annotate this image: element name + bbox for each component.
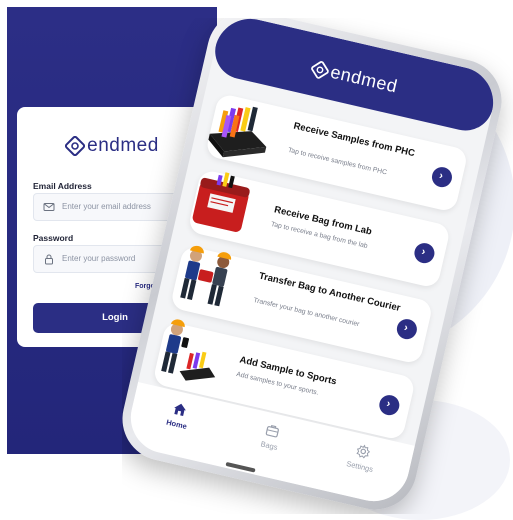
app-brand-name: endmed (328, 61, 400, 97)
chevron-right-icon: › (402, 321, 410, 335)
gear-icon (356, 444, 371, 459)
tab-settings[interactable]: Settings (325, 437, 399, 479)
tab-label: Home (165, 417, 188, 431)
phone-shell: endmed Receive Samples from PHC Tap to r… (122, 18, 510, 514)
tab-bags[interactable]: Bags (234, 416, 308, 458)
email-label: Email Address (33, 181, 92, 191)
app-screen: endmed Receive Samples from PHC Tap to r… (123, 18, 501, 509)
bag-icon (265, 424, 279, 438)
phone-mockup: endmed Receive Samples from PHC Tap to r… (122, 18, 513, 514)
chevron-right-icon: › (385, 397, 392, 411)
chevron-right-icon: › (437, 169, 445, 183)
password-label: Password (33, 233, 74, 243)
courier-scan-icon (161, 319, 216, 381)
go-button[interactable]: › (394, 317, 419, 342)
endmed-logo-icon (65, 136, 86, 156)
mail-icon (43, 203, 55, 211)
tab-home[interactable]: Home (141, 394, 215, 436)
home-icon (174, 403, 186, 417)
courier-handoff-icon (180, 245, 232, 307)
go-button[interactable]: › (429, 165, 454, 190)
sample-rack-icon (208, 106, 267, 158)
chevron-right-icon: › (420, 245, 427, 259)
red-bag-icon (192, 172, 250, 232)
tab-label: Settings (345, 459, 374, 474)
lock-icon (45, 254, 53, 265)
tab-label: Bags (259, 439, 279, 452)
endmed-logo-icon (311, 60, 329, 79)
